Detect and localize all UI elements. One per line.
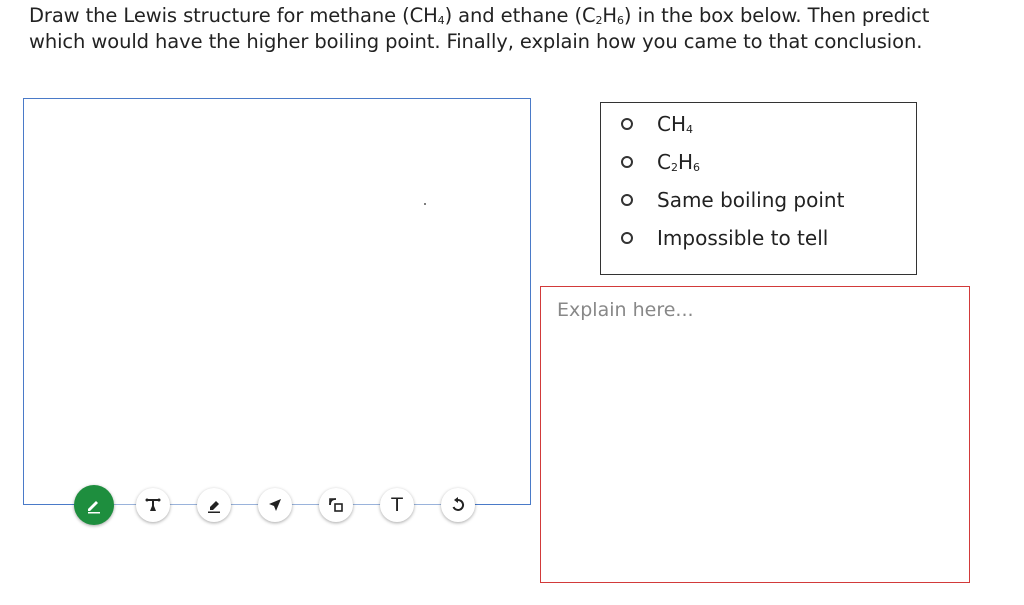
question-prompt: Draw the Lewis structure for methane (CH…: [29, 3, 969, 55]
radio-button[interactable]: [621, 156, 633, 168]
explanation-textarea[interactable]: [540, 286, 970, 583]
answer-choices: CH4 C2H6 Same boiling point Impossible t…: [600, 102, 917, 275]
choice-same-boiling-point[interactable]: Same boiling point: [621, 185, 844, 215]
prompt-text-1: Draw the Lewis structure for methane (CH: [29, 4, 438, 27]
line-tool-icon: [145, 498, 161, 511]
prompt-text-2: ) and ethane (C: [444, 4, 596, 27]
prompt-subscript-1: 4: [437, 14, 445, 27]
pencil-icon: [88, 501, 100, 514]
choice-label: Impossible to tell: [657, 226, 829, 250]
choice-impossible-to-tell[interactable]: Impossible to tell: [621, 223, 828, 253]
page: Draw the Lewis structure for methane (CH…: [0, 0, 1024, 605]
eraser-icon: [208, 501, 220, 513]
shapes-icon: [329, 498, 343, 512]
choice-label: Same boiling point: [657, 188, 845, 212]
undo-tool-button[interactable]: [441, 488, 475, 522]
canvas-dot: [424, 203, 426, 205]
drawing-toolbar: T: [72, 483, 482, 527]
drawing-canvas[interactable]: [23, 98, 531, 505]
choice-label: C2H6: [657, 150, 701, 174]
radio-button[interactable]: [621, 232, 633, 244]
choice-ch4[interactable]: CH4: [621, 109, 693, 139]
line-tool-button[interactable]: [136, 488, 170, 522]
choice-c2h6[interactable]: C2H6: [621, 147, 700, 177]
text-tool-button[interactable]: T: [380, 488, 414, 522]
prompt-subscript-3: 6: [616, 14, 624, 27]
text-tool-icon: T: [391, 494, 403, 516]
eraser-tool-button[interactable]: [197, 488, 231, 522]
radio-button[interactable]: [621, 194, 633, 206]
choice-label: CH4: [657, 112, 694, 136]
pencil-tool-button[interactable]: [74, 485, 114, 525]
pointer-tool-button[interactable]: [258, 488, 292, 522]
pointer-arrow-icon: [269, 499, 281, 511]
radio-button[interactable]: [621, 118, 633, 130]
prompt-text-3: H: [602, 4, 617, 27]
undo-icon: [452, 497, 465, 511]
shapes-tool-button[interactable]: [319, 488, 353, 522]
